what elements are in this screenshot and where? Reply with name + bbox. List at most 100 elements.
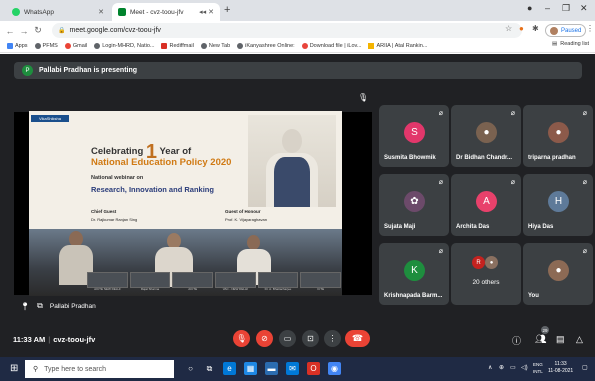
participant-name: Hiya Das bbox=[528, 224, 554, 230]
thumbnail bbox=[172, 272, 214, 288]
mic-off-icon: ⌀ bbox=[510, 110, 515, 117]
participant-tile[interactable]: ⌀ A Archita Das bbox=[451, 174, 521, 236]
chat-icon[interactable]: ▤ bbox=[556, 334, 565, 345]
network-icon[interactable]: ⊕ bbox=[499, 364, 504, 371]
notifications-icon[interactable]: ▢ bbox=[582, 364, 588, 371]
participant-tile[interactable]: ⌀ H Hiya Das bbox=[523, 174, 593, 236]
volume-icon[interactable]: ◁) bbox=[521, 364, 528, 371]
windows-start-icon[interactable]: ⊞ bbox=[10, 363, 18, 374]
profile-button[interactable]: Paused bbox=[545, 24, 587, 37]
speaker-head bbox=[282, 129, 302, 153]
file-explorer-icon[interactable]: ▬ bbox=[265, 362, 278, 375]
ariia-icon bbox=[368, 43, 375, 49]
edge-icon[interactable]: e bbox=[223, 362, 236, 375]
reload-icon[interactable]: ↻ bbox=[31, 25, 45, 36]
mic-off-icon: ⌀ bbox=[582, 110, 587, 117]
participant-tile[interactable]: ⌀ S Susmita Bhowmik bbox=[379, 105, 449, 167]
opera-icon[interactable]: O bbox=[307, 362, 320, 375]
avatar: K bbox=[404, 260, 425, 281]
whatsapp-icon bbox=[12, 8, 20, 16]
meeting-time: 11:33 AM bbox=[13, 335, 46, 344]
bookmark-pfms[interactable]: PFMS bbox=[34, 43, 58, 49]
menu-icon[interactable]: ⋮ bbox=[586, 24, 594, 33]
mic-toggle-button[interactable]: 🎙︎ bbox=[233, 330, 250, 347]
extension-icon[interactable]: ● bbox=[519, 24, 524, 33]
reading-list-button[interactable]: ▤ Reading list bbox=[552, 41, 589, 47]
bookmark-rediffmail[interactable]: Rediffmail bbox=[161, 43, 194, 49]
participant-tile[interactable]: ⌀ ● Dr Bidhan Chandr... bbox=[451, 105, 521, 167]
mail-icon[interactable]: ✉ bbox=[286, 362, 299, 375]
participant-tile[interactable]: ⌀ ✿ Sujata Maji bbox=[379, 174, 449, 236]
presenter-name: Pallabi Pradhan bbox=[49, 302, 96, 310]
bookmark-download-file[interactable]: Download file | iLov... bbox=[301, 43, 361, 49]
minimize-icon[interactable]: – bbox=[545, 3, 550, 13]
bookmark-new-tab[interactable]: New Tab bbox=[200, 43, 230, 49]
others-tile[interactable]: R ● 20 others bbox=[451, 243, 521, 305]
activities-icon[interactable]: △ bbox=[576, 334, 583, 345]
forward-icon[interactable]: → bbox=[17, 26, 31, 36]
bookmark-label: Apps bbox=[15, 43, 28, 49]
tab-meet[interactable]: Meet - cvz-toou-jfv ◂◂ ✕ bbox=[112, 3, 220, 21]
info-icon[interactable]: ⓘ bbox=[512, 334, 521, 347]
clock-date: 11-08-2021 bbox=[548, 368, 574, 374]
close-window-icon[interactable]: ✕ bbox=[580, 3, 588, 14]
bookmarks-bar: Apps PFMS Gmail Login-MHRD, Natio... Red… bbox=[0, 40, 595, 53]
puzzle-icon[interactable]: ✱ bbox=[532, 24, 539, 33]
reading-list-label: Reading list bbox=[560, 41, 589, 47]
maximize-icon[interactable]: ❐ bbox=[562, 3, 570, 14]
more-options-button[interactable]: ⋮ bbox=[324, 330, 341, 347]
participant-count-badge: 29 bbox=[541, 326, 549, 334]
participant-tile[interactable]: ⌀ ● triparna pradhan bbox=[523, 105, 593, 167]
close-icon[interactable]: ✕ bbox=[98, 8, 104, 16]
region: INTL bbox=[533, 369, 543, 374]
star-icon[interactable]: ☆ bbox=[505, 24, 512, 33]
pin-icon[interactable]: 📍︎ bbox=[20, 302, 30, 311]
participant-name: Dr Bidhan Chandr... bbox=[456, 155, 513, 161]
bookmark-login-mhrd[interactable]: Login-MHRD, Natio... bbox=[94, 43, 154, 49]
thumbnail bbox=[129, 272, 171, 288]
task-view-icon[interactable]: ⧉ bbox=[203, 362, 216, 375]
chrome-icon[interactable]: ◉ bbox=[328, 362, 341, 375]
new-tab-button[interactable]: + bbox=[224, 4, 230, 16]
windows-taskbar: ⊞ ⚲ Type here to search ○ ⧉ e ▦ ▬ ✉ O ◉ … bbox=[0, 357, 595, 381]
taskbar-search-field[interactable]: ⚲ Type here to search bbox=[25, 360, 174, 378]
battery-icon[interactable]: ▭ bbox=[510, 364, 516, 371]
present-button[interactable]: ⊡ bbox=[302, 330, 319, 347]
tab-whatsapp[interactable]: WhatsApp ✕ bbox=[6, 3, 110, 21]
globe-icon bbox=[200, 43, 207, 49]
speaker-photo bbox=[248, 115, 336, 207]
bookmark-ikanyashree[interactable]: iKanyashree Online: bbox=[237, 43, 295, 49]
participant-name: You bbox=[528, 293, 539, 299]
cortana-icon[interactable]: ○ bbox=[184, 362, 197, 375]
bookmark-ariia[interactable]: ARIIA | Atal Rankin... bbox=[368, 43, 427, 49]
language-indicator[interactable]: ENG INTL bbox=[533, 361, 543, 375]
profile-status: Paused bbox=[561, 27, 582, 34]
profile-dot-icon[interactable]: ● bbox=[527, 3, 532, 13]
slide-webinar-label: National webinar on bbox=[91, 175, 144, 181]
url-field[interactable]: 🔒 meet.google.com/cvz-toou-jfv bbox=[52, 23, 522, 38]
bookmark-label: PFMS bbox=[42, 43, 58, 49]
store-icon[interactable]: ▦ bbox=[244, 362, 257, 375]
leave-call-button[interactable]: ☎ bbox=[345, 330, 370, 347]
presenting-text: Pallabi Pradhan is presenting bbox=[39, 67, 138, 74]
captions-button[interactable]: ▭ bbox=[279, 330, 296, 347]
presentation-screen: VikaShiksha Celebrating 1 Year of Nation… bbox=[29, 111, 342, 296]
presenter-label: 📍︎ ⧉ Pallabi Pradhan bbox=[20, 301, 96, 311]
taskbar-clock[interactable]: 11:33 11-08-2021 bbox=[548, 361, 573, 375]
address-bar-row: ← → ↻ 🔒 meet.google.com/cvz-toou-jfv ☆ ●… bbox=[0, 21, 595, 40]
presenter-avatar: P bbox=[22, 65, 33, 76]
bookmark-gmail[interactable]: Gmail bbox=[64, 43, 87, 49]
attendee-head bbox=[247, 235, 260, 250]
self-tile[interactable]: ⌀ ● You bbox=[523, 243, 593, 305]
mic-off-icon: ⌀ bbox=[438, 248, 443, 255]
participant-tile[interactable]: ⌀ K Krishnapada Barm... bbox=[379, 243, 449, 305]
camera-toggle-button[interactable]: ⊘ bbox=[256, 330, 273, 347]
bookmark-apps[interactable]: Apps bbox=[7, 43, 28, 49]
slide-chief-guest: Dr. Rajkumar Ranjan Sing bbox=[91, 217, 138, 222]
thumbnail-label: AICTE bbox=[188, 287, 198, 291]
participant-name: triparna pradhan bbox=[528, 155, 576, 161]
people-icon[interactable]: 👥︎ bbox=[535, 334, 546, 345]
avatar: A bbox=[476, 191, 497, 212]
tray-chevron-icon[interactable]: ∧ bbox=[488, 364, 492, 371]
back-icon[interactable]: ← bbox=[3, 26, 17, 36]
